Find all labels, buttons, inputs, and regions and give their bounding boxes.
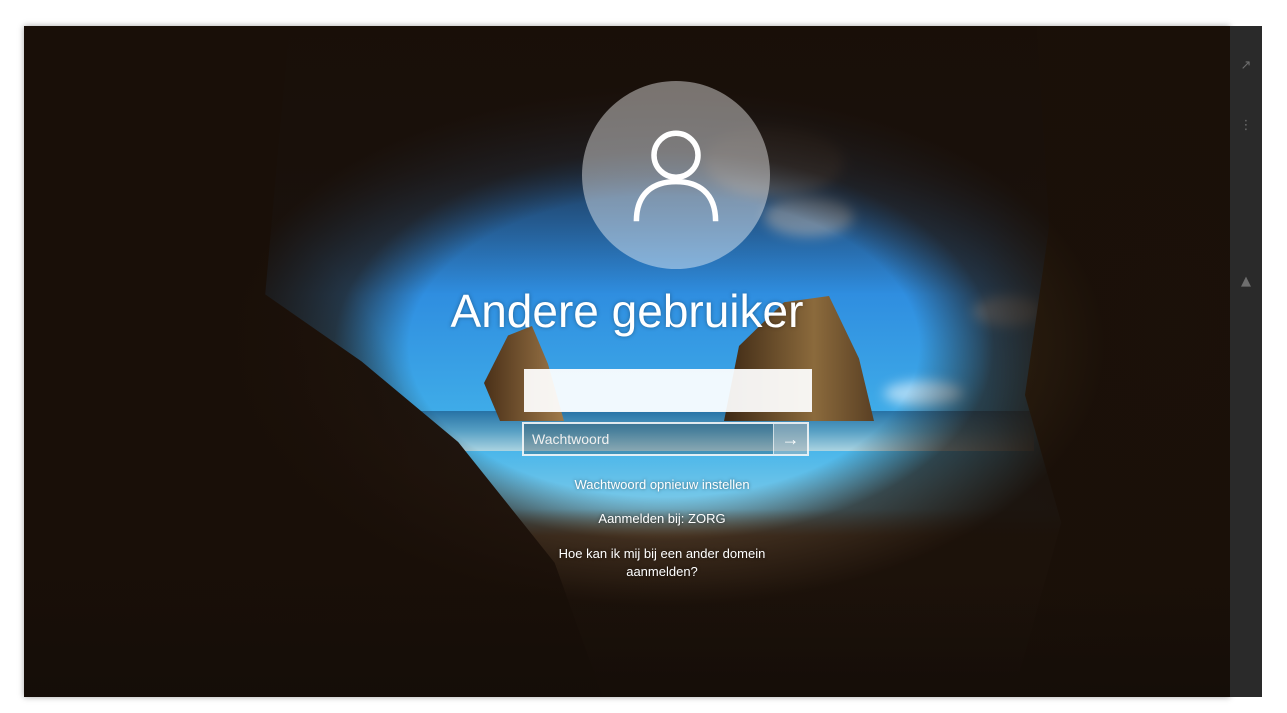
password-input[interactable] (524, 423, 773, 455)
username-label: Andere gebruiker (450, 285, 804, 337)
external-link-icon[interactable]: ↗ (1238, 58, 1254, 74)
user-icon (633, 130, 719, 222)
user-avatar (582, 81, 770, 269)
warning-icon[interactable]: ▲ (1238, 274, 1254, 290)
arrow-right-icon: → (781, 428, 800, 449)
lock-screen-photo: Andere gebruiker → Wachtwoord opnieuw in… (24, 26, 1230, 697)
reset-password-link[interactable]: Wachtwoord opnieuw instellen (24, 476, 1230, 494)
submit-arrow-button[interactable]: → (773, 424, 807, 454)
password-field[interactable]: → (522, 422, 809, 456)
more-vertical-icon[interactable]: ⋮ (1238, 118, 1254, 134)
username-field[interactable] (524, 369, 812, 412)
sign-in-to-label: Aanmelden bij: ZORG (598, 511, 726, 526)
other-domain-link[interactable]: Hoe kan ik mij bij een ander domein aanm… (24, 545, 1230, 581)
side-toolbar: ↗ ⋮ ▲ (1230, 26, 1262, 697)
